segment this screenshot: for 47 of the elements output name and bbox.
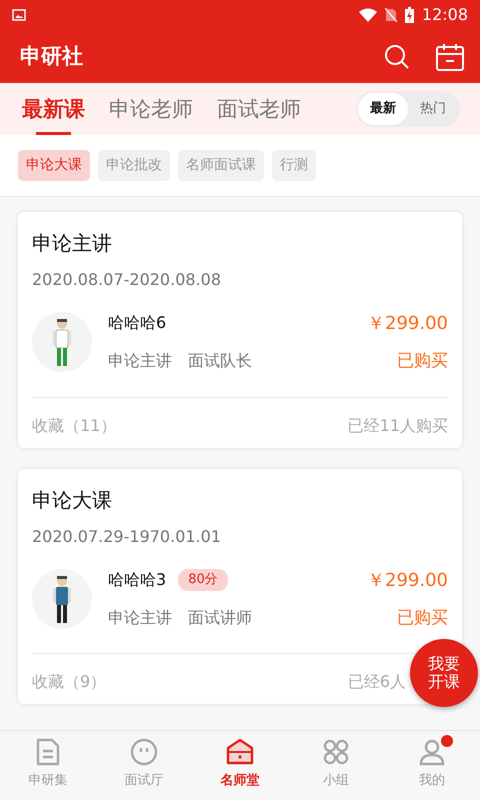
teacher-name: 哈哈哈6 [108,312,166,334]
course-title: 申论大课 [32,486,113,514]
app-title: 申研社 [20,42,83,70]
open-course-button[interactable]: 我要 开课 [410,639,478,707]
teacher-role: 申论主讲 [108,350,172,372]
filter-chip[interactable]: 名师面试课 [178,150,264,181]
sort-option[interactable]: 最新 [358,93,408,125]
nav-tab[interactable]: 小组 [288,731,384,800]
tab[interactable]: 面试老师 [217,83,301,135]
teacher-role: 面试队长 [188,350,252,372]
course-dates: 2020.08.07-2020.08.08 [32,269,222,291]
status-time: 12:08 [422,4,468,26]
tab[interactable]: 申论老师 [109,83,193,135]
nav-tab[interactable]: 申研集 [0,731,96,800]
teacher-role: 面试讲师 [188,606,252,629]
battery-charging-icon [404,7,414,23]
wifi-icon [358,8,377,22]
teacher-name: 哈哈哈3 [108,568,166,591]
no-sim-icon [384,8,397,22]
filter-chip[interactable]: 行测 [272,150,316,181]
calendar-icon[interactable] [436,42,464,70]
buyers-count: 已经6人 [348,671,406,693]
purchase-status: 已购买 [396,606,448,630]
search-icon[interactable] [384,44,410,70]
sort-option[interactable]: 热门 [408,93,458,125]
course-price: ￥299.00 [367,568,448,592]
course-card[interactable]: 申论主讲 2020.08.07-2020.08.08 哈哈哈6 申论主讲 面试队长 ￥299.00 已购买 收藏（11） 已经11人购买 [18,212,462,448]
score-tag: 80分 [178,569,228,590]
buyers-count: 已经11人购买 [348,414,448,436]
face-icon [129,737,159,767]
nav-tab[interactable]: 我的 [384,731,480,800]
teacher-role: 申论主讲 [108,606,172,629]
four-circles-icon [321,737,351,767]
filter-chip[interactable]: 申论大课 [18,150,90,181]
favorites-count[interactable]: 收藏（11） [32,414,116,438]
tab[interactable]: 最新课 [22,83,85,135]
nav-tab[interactable]: 名师堂 [192,731,288,800]
favorites-count[interactable]: 收藏（9） [32,670,106,694]
course-title: 申论主讲 [32,230,113,257]
filter-chip[interactable]: 申论批改 [98,150,170,181]
course-price: ￥299.00 [367,312,448,336]
purchase-status: 已购买 [396,350,448,373]
sort-toggle[interactable]: 最新 热门 [356,91,460,127]
course-dates: 2020.07.29-1970.01.01 [32,526,222,548]
nav-tab[interactable]: 面试厅 [96,731,192,800]
image-icon [12,9,26,21]
house-icon [225,737,255,767]
